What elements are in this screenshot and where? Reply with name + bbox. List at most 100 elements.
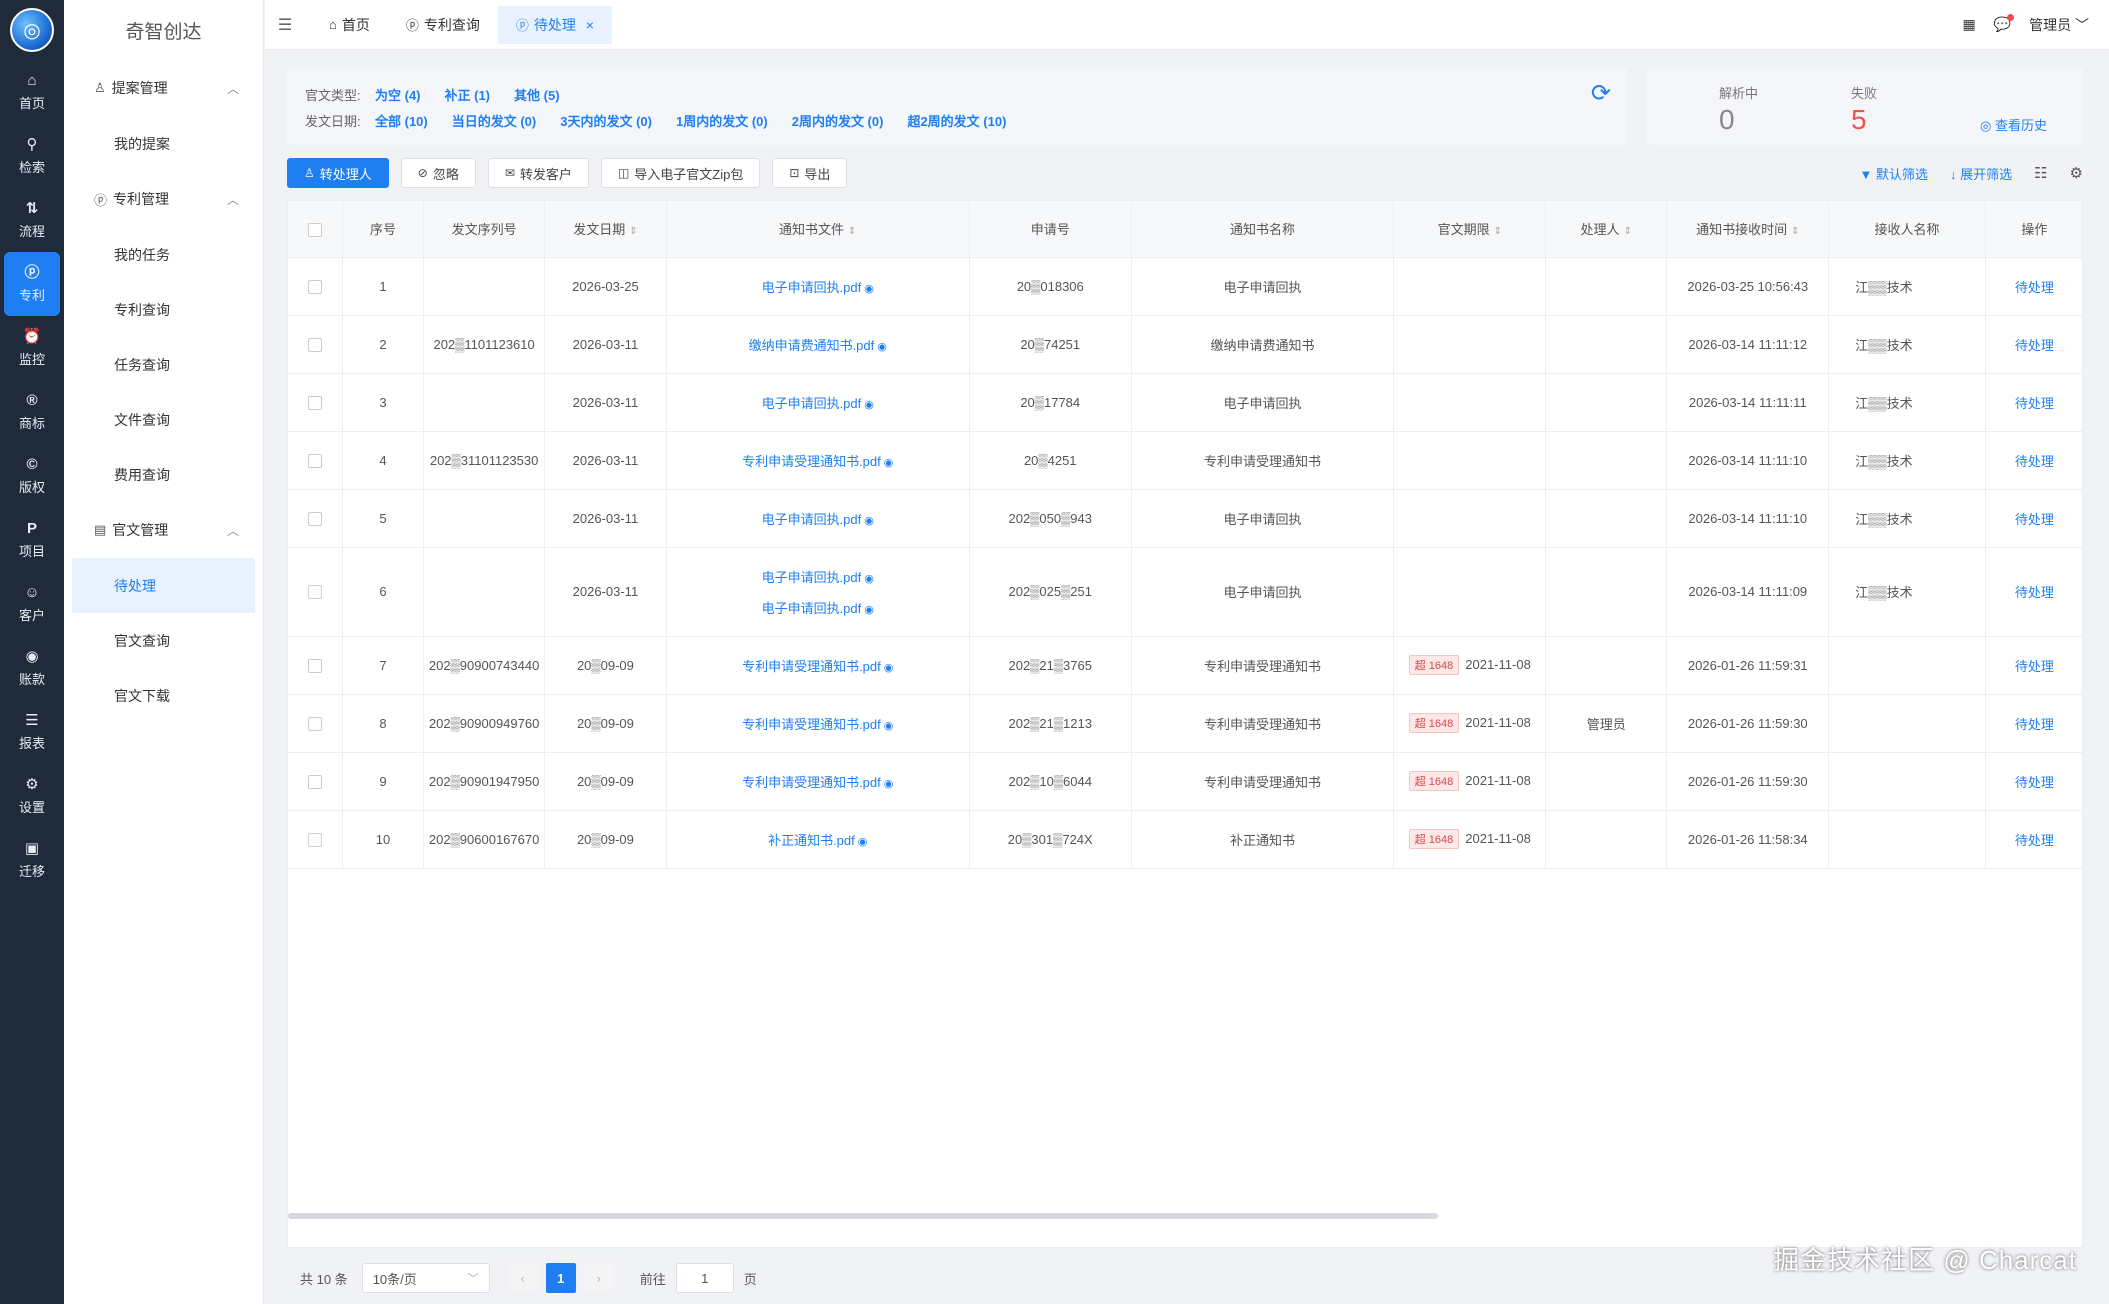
- rail-item-1[interactable]: ⚲ 检索: [0, 124, 64, 188]
- preview-eye-icon[interactable]: ◉: [877, 341, 887, 353]
- preview-eye-icon[interactable]: ◉: [864, 283, 874, 295]
- filter-option[interactable]: 当日的发文 (0): [452, 111, 537, 130]
- sort-icon[interactable]: ⇕: [848, 226, 856, 237]
- sidebar-item[interactable]: 待处理: [72, 558, 255, 613]
- filter-option[interactable]: 2周内的发文 (0): [792, 111, 884, 130]
- preview-eye-icon[interactable]: ◉: [884, 457, 894, 469]
- ignore-button[interactable]: ⊘ 忽略: [400, 158, 476, 188]
- message-icon[interactable]: 💬: [1994, 14, 2015, 33]
- sidebar-item[interactable]: 任务查询: [64, 337, 263, 392]
- sort-icon[interactable]: ⇕: [629, 226, 637, 237]
- column-header[interactable]: 通知书文件 ⇕: [666, 201, 970, 258]
- pending-action-link[interactable]: 待处理: [2015, 659, 2054, 674]
- export-button[interactable]: ⊡ 导出: [772, 158, 848, 188]
- user-menu[interactable]: 管理员 ﹀: [2029, 15, 2089, 35]
- page-1-button[interactable]: 1: [545, 1263, 576, 1293]
- pending-action-link[interactable]: 待处理: [2015, 833, 2054, 848]
- tab-0[interactable]: ⌂ 首页: [311, 6, 388, 44]
- sort-icon[interactable]: ⇕: [1791, 226, 1799, 237]
- row-checkbox[interactable]: [308, 585, 323, 600]
- sidebar-item[interactable]: 官文下载: [64, 668, 263, 723]
- preview-eye-icon[interactable]: ◉: [884, 720, 894, 732]
- column-header[interactable]: 处理人 ⇕: [1545, 201, 1668, 258]
- rail-item-8[interactable]: ☺ 客户: [0, 572, 64, 636]
- column-list-icon[interactable]: ☷: [2034, 164, 2047, 182]
- sidebar-group-0[interactable]: ♙ 提案管理 ︿: [64, 60, 263, 116]
- next-page-button[interactable]: ›: [583, 1263, 614, 1293]
- forward-client-button[interactable]: ✉ 转发客户: [487, 158, 589, 188]
- filter-option[interactable]: 1周内的发文 (0): [676, 111, 768, 130]
- tab-2[interactable]: ⓟ 待处理 ×: [497, 5, 613, 44]
- pending-action-link[interactable]: 待处理: [2015, 585, 2054, 600]
- row-checkbox[interactable]: [308, 716, 323, 731]
- pending-action-link[interactable]: 待处理: [2015, 512, 2054, 527]
- app-logo[interactable]: ◎: [0, 0, 64, 60]
- view-history-link[interactable]: ◎ 查看历史: [1980, 115, 2047, 134]
- pending-action-link[interactable]: 待处理: [2015, 454, 2054, 469]
- rail-item-6[interactable]: © 版权: [0, 444, 64, 508]
- column-header[interactable]: 发文日期 ⇕: [544, 201, 667, 258]
- table-row[interactable]: 2 202▒1101123610 2026-03-11 缴纳申请费通知书.pdf ◉ 20…: [288, 315, 2082, 374]
- refresh-icon[interactable]: ⟳: [1591, 79, 1611, 108]
- preview-eye-icon[interactable]: ◉: [884, 778, 894, 790]
- close-icon[interactable]: ×: [586, 17, 594, 33]
- row-checkbox[interactable]: [308, 395, 323, 410]
- rail-item-9[interactable]: ◉ 账款: [0, 636, 64, 700]
- sidebar-item[interactable]: 我的任务: [64, 227, 263, 282]
- filter-option[interactable]: 为空 (4): [375, 85, 421, 104]
- grid-icon[interactable]: ▦: [1962, 16, 1975, 33]
- row-checkbox[interactable]: [308, 279, 323, 294]
- import-zip-button[interactable]: ◫ 导入电子官文Zip包: [600, 158, 761, 188]
- sidebar-item[interactable]: 我的提案: [64, 116, 263, 171]
- file-link[interactable]: 电子申请回执.pdf: [762, 570, 862, 585]
- sidebar-item[interactable]: 官文查询: [64, 613, 263, 668]
- file-link[interactable]: 补正通知书.pdf: [768, 833, 855, 848]
- rail-item-4[interactable]: ⏰ 监控: [0, 316, 64, 380]
- rail-item-12[interactable]: ▣ 迁移: [0, 828, 64, 892]
- sidebar-item[interactable]: 费用查询: [64, 447, 263, 502]
- table-row[interactable]: 4 202▒31101123530 2026-03-11 专利申请受理通知书.pdf ◉…: [288, 431, 2082, 490]
- sidebar-item[interactable]: 专利查询: [64, 282, 263, 337]
- rail-item-0[interactable]: ⌂ 首页: [0, 60, 64, 124]
- rail-item-2[interactable]: ⇅ 流程: [0, 188, 64, 252]
- rail-item-7[interactable]: P 项目: [0, 508, 64, 572]
- file-link[interactable]: 电子申请回执.pdf: [762, 280, 862, 295]
- pending-action-link[interactable]: 待处理: [2015, 717, 2054, 732]
- horizontal-scrollbar[interactable]: [288, 1213, 1438, 1219]
- preview-eye-icon[interactable]: ◉: [858, 836, 868, 848]
- file-link[interactable]: 专利申请受理通知书.pdf: [742, 717, 881, 732]
- pending-action-link[interactable]: 待处理: [2015, 396, 2054, 411]
- preview-eye-icon[interactable]: ◉: [864, 573, 874, 585]
- expand-filter-link[interactable]: ↓ 展开筛选: [1950, 164, 2012, 183]
- table-row[interactable]: 7 202▒90900743440 20▒09-09 专利申请受理通知书.pdf ◉ 20…: [288, 636, 2082, 695]
- file-link[interactable]: 电子申请回执.pdf: [762, 512, 862, 527]
- sort-icon[interactable]: ⇕: [1624, 226, 1632, 237]
- table-settings-icon[interactable]: ⚙: [2070, 164, 2083, 182]
- prev-page-button[interactable]: ‹: [507, 1263, 538, 1293]
- table-row[interactable]: 6 2026-03-11 电子申请回执.pdf ◉ 电子申请回执.pdf ◉ 202▒025…: [288, 547, 2082, 637]
- column-header[interactable]: 官文期限 ⇕: [1393, 201, 1547, 258]
- file-link[interactable]: 电子申请回执.pdf: [762, 396, 862, 411]
- row-checkbox[interactable]: [308, 511, 323, 526]
- file-link[interactable]: 专利申请受理通知书.pdf: [742, 659, 881, 674]
- row-checkbox[interactable]: [308, 337, 323, 352]
- pending-action-link[interactable]: 待处理: [2015, 775, 2054, 790]
- rail-item-5[interactable]: ® 商标: [0, 380, 64, 444]
- collapse-sidebar-icon[interactable]: ☰: [265, 15, 305, 35]
- preview-eye-icon[interactable]: ◉: [884, 662, 894, 674]
- row-checkbox[interactable]: [308, 658, 323, 673]
- rail-item-10[interactable]: ☰ 报表: [0, 700, 64, 764]
- filter-option[interactable]: 全部 (10): [375, 111, 428, 130]
- rail-item-11[interactable]: ⚙ 设置: [0, 764, 64, 828]
- sidebar-group-2[interactable]: ▤ 官文管理 ︿: [64, 502, 263, 558]
- sort-icon[interactable]: ⇕: [1494, 226, 1502, 237]
- pending-action-link[interactable]: 待处理: [2015, 280, 2054, 295]
- file-link[interactable]: 专利申请受理通知书.pdf: [742, 775, 881, 790]
- preview-eye-icon[interactable]: ◉: [864, 515, 874, 527]
- table-row[interactable]: 8 202▒90900949760 20▒09-09 专利申请受理通知书.pdf ◉ 20…: [288, 694, 2082, 753]
- row-checkbox[interactable]: [308, 453, 323, 468]
- select-all-checkbox[interactable]: [308, 222, 323, 237]
- filter-option[interactable]: 3天内的发文 (0): [560, 111, 652, 130]
- pending-action-link[interactable]: 待处理: [2015, 338, 2054, 353]
- page-size-select[interactable]: 10条/页 ﹀: [361, 1263, 490, 1293]
